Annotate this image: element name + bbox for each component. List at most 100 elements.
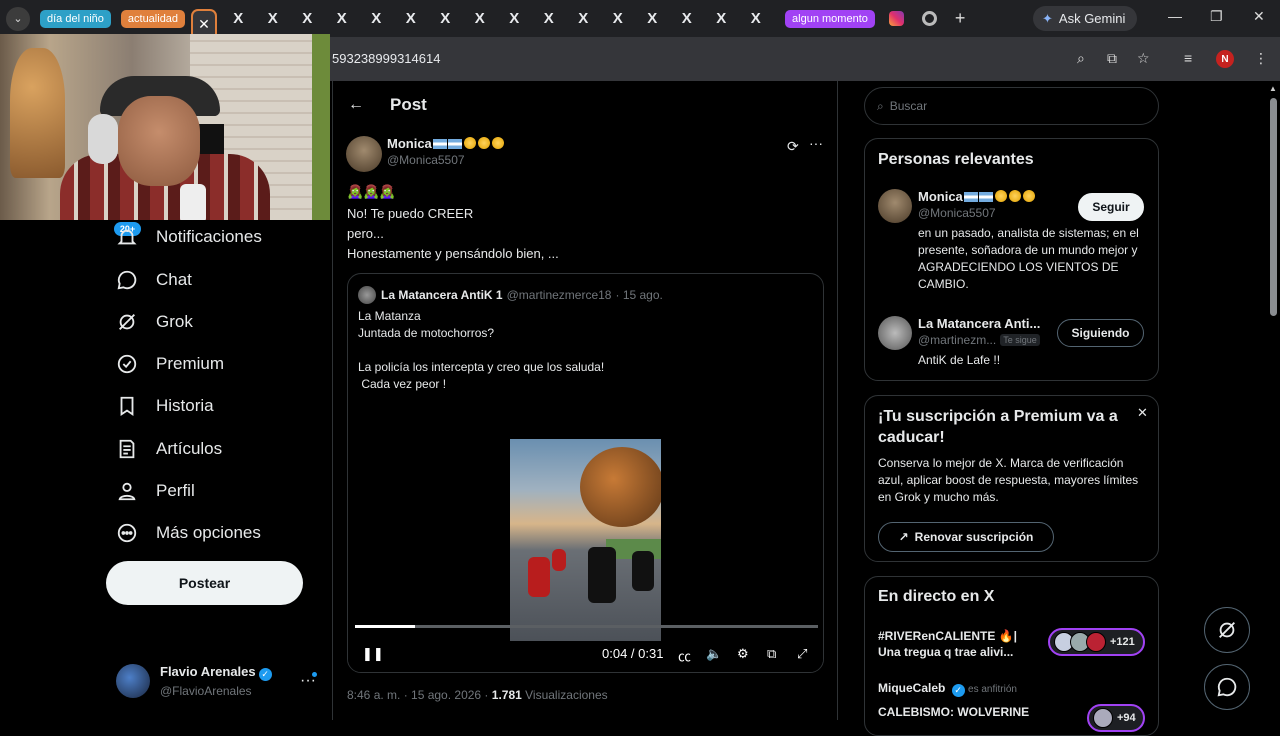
nav-perfil[interactable]: Perfil bbox=[116, 476, 195, 506]
minimize-icon[interactable]: — bbox=[1168, 8, 1182, 24]
back-arrow-icon[interactable]: ← bbox=[348, 96, 364, 114]
search-box[interactable]: ⌕ bbox=[864, 87, 1159, 125]
tab-search-icon[interactable]: ⌄ bbox=[6, 6, 30, 31]
nav-historia[interactable]: Historia bbox=[116, 391, 214, 421]
close-icon[interactable]: ✕ bbox=[1137, 405, 1148, 421]
x-tab[interactable]: X bbox=[704, 10, 739, 27]
x-tab[interactable]: X bbox=[635, 10, 670, 27]
x-tab[interactable]: X bbox=[359, 10, 394, 27]
captions-icon[interactable]: ㏄ bbox=[678, 646, 691, 665]
author-avatar[interactable] bbox=[346, 136, 382, 172]
page-title: Post bbox=[390, 95, 427, 114]
premium-text: Conserva lo mejor de X. Marca de verific… bbox=[878, 456, 1139, 504]
pip-icon[interactable]: ⧉ bbox=[767, 646, 776, 662]
green-strip bbox=[312, 34, 330, 220]
ask-gemini-label: Ask Gemini bbox=[1058, 11, 1126, 26]
sun-icon bbox=[1008, 190, 1021, 202]
live-listeners-pill[interactable]: +121 bbox=[1048, 628, 1145, 656]
person-handle[interactable]: @martinezm... bbox=[918, 333, 996, 347]
live-space-item[interactable]: #RIVERenCALIENTE 🔥| Una tregua q trae al… bbox=[878, 628, 1017, 660]
x-tab[interactable]: X bbox=[428, 10, 463, 27]
bookmark-icon bbox=[120, 396, 134, 416]
x-tab[interactable]: X bbox=[566, 10, 601, 27]
live-title: En directo en X bbox=[878, 588, 995, 605]
chrome-tab-icon[interactable] bbox=[921, 11, 937, 26]
x-tab[interactable]: X bbox=[221, 10, 256, 27]
live-listeners-pill[interactable]: +94 bbox=[1087, 704, 1145, 732]
x-tab[interactable]: X bbox=[325, 10, 360, 27]
more-vert-icon[interactable]: ⋮ bbox=[1254, 50, 1268, 67]
video-progress-bar[interactable] bbox=[355, 625, 818, 628]
x-tab[interactable]: X bbox=[256, 10, 291, 27]
nav-label: Chat bbox=[156, 270, 192, 289]
post-button[interactable]: Postear bbox=[106, 561, 303, 605]
active-tab-close-icon[interactable]: ✕ bbox=[191, 9, 218, 37]
account-switcher[interactable]: Flavio Arenales ✓ @FlavioArenales bbox=[116, 664, 272, 698]
post-more-icon[interactable]: ··· bbox=[809, 135, 823, 151]
author-name[interactable]: Monica bbox=[387, 136, 432, 151]
scrollbar-thumb[interactable] bbox=[1270, 98, 1277, 316]
new-tab-button[interactable]: + bbox=[955, 8, 966, 29]
person-bio: en un pasado, analista de sistemas; en e… bbox=[918, 226, 1139, 291]
account-avatar bbox=[116, 664, 150, 698]
nav-notificaciones[interactable]: Notificaciones bbox=[116, 222, 262, 252]
install-icon[interactable]: ⧉ bbox=[1107, 50, 1117, 67]
grok-fab-button[interactable] bbox=[1204, 607, 1250, 653]
following-button[interactable]: Siguiendo bbox=[1057, 319, 1144, 347]
restore-icon[interactable]: ❐ bbox=[1210, 8, 1223, 25]
grok-explain-icon[interactable]: ⟳ bbox=[787, 138, 799, 155]
ask-gemini-button[interactable]: ✦ Ask Gemini bbox=[1033, 6, 1137, 31]
nav-label: Perfil bbox=[156, 481, 195, 500]
tab-group-dia-del-nino[interactable]: día del niño bbox=[40, 9, 111, 28]
tab-group-algun-momento[interactable]: algun momento bbox=[785, 9, 875, 28]
views-label: Visualizaciones bbox=[521, 688, 608, 702]
post-text-line: No! Te puedo CREER bbox=[347, 206, 474, 221]
tab-group-actualidad[interactable]: actualidad bbox=[120, 9, 186, 28]
quoted-post[interactable]: La Matancera AntiK 1 @martinezmerce18 · … bbox=[347, 273, 824, 673]
search-input[interactable] bbox=[889, 99, 1140, 113]
arrow-up-right-icon: ↗ bbox=[898, 530, 909, 544]
x-tab[interactable]: X bbox=[532, 10, 567, 27]
x-tab[interactable]: X bbox=[290, 10, 325, 27]
argentina-flag-icon bbox=[447, 139, 462, 149]
x-tab[interactable]: X bbox=[601, 10, 636, 27]
author-handle[interactable]: @Monica5507 bbox=[387, 153, 504, 167]
pause-icon[interactable]: ❚❚ bbox=[362, 646, 384, 662]
person-avatar[interactable] bbox=[878, 316, 912, 350]
profile-avatar[interactable]: N bbox=[1216, 50, 1234, 68]
renew-subscription-button[interactable]: ↗ Renovar suscripción bbox=[878, 522, 1054, 552]
fullscreen-icon[interactable]: ⤢ bbox=[797, 646, 807, 662]
settings-gear-icon[interactable]: ⚙ bbox=[737, 646, 749, 662]
headphones bbox=[88, 114, 118, 164]
grok-icon bbox=[119, 314, 135, 330]
nav-mas-opciones[interactable]: Más opciones bbox=[116, 518, 261, 548]
argentina-flag-icon bbox=[963, 192, 978, 202]
nav-articulos[interactable]: Artículos bbox=[116, 434, 222, 464]
person-name[interactable]: Monica bbox=[918, 189, 963, 204]
media-queue-icon[interactable]: ≡ bbox=[1184, 50, 1192, 66]
search-icon[interactable]: ⌕ bbox=[1077, 50, 1085, 67]
x-tab[interactable]: X bbox=[463, 10, 498, 27]
scroll-up-icon[interactable]: ▲ bbox=[1269, 84, 1277, 93]
instagram-tab-icon[interactable] bbox=[888, 11, 904, 26]
post-time[interactable]: 8:46 a. m. · 15 ago. 2026 · bbox=[347, 688, 492, 702]
host-name[interactable]: MiqueCaleb bbox=[878, 681, 945, 695]
video-player[interactable]: ❚❚ 0:04 / 0:31 ㏄ 🔈 ⚙ ⧉ ⤢ bbox=[348, 406, 823, 672]
nav-label: Artículos bbox=[156, 439, 223, 458]
follow-button[interactable]: Seguir bbox=[1078, 193, 1144, 221]
person-avatar[interactable] bbox=[878, 189, 912, 223]
bookmark-star-icon[interactable]: ☆ bbox=[1137, 50, 1150, 67]
live-space-item[interactable]: CALEBISMO: WOLVERINE bbox=[878, 704, 1029, 720]
post-author[interactable]: Monica @Monica5507 bbox=[346, 136, 504, 172]
x-tab[interactable]: X bbox=[739, 10, 774, 27]
close-window-icon[interactable]: ✕ bbox=[1253, 8, 1265, 25]
x-tab[interactable]: X bbox=[394, 10, 429, 27]
nav-grok[interactable]: Grok bbox=[116, 307, 193, 337]
nav-premium[interactable]: Premium bbox=[116, 349, 224, 379]
messages-fab-button[interactable] bbox=[1204, 664, 1250, 710]
volume-icon[interactable]: 🔈 bbox=[706, 646, 722, 662]
url-text[interactable]: 593238999314614 bbox=[332, 51, 440, 66]
x-tab[interactable]: X bbox=[497, 10, 532, 27]
x-tab[interactable]: X bbox=[670, 10, 705, 27]
nav-chat[interactable]: Chat bbox=[116, 265, 192, 295]
